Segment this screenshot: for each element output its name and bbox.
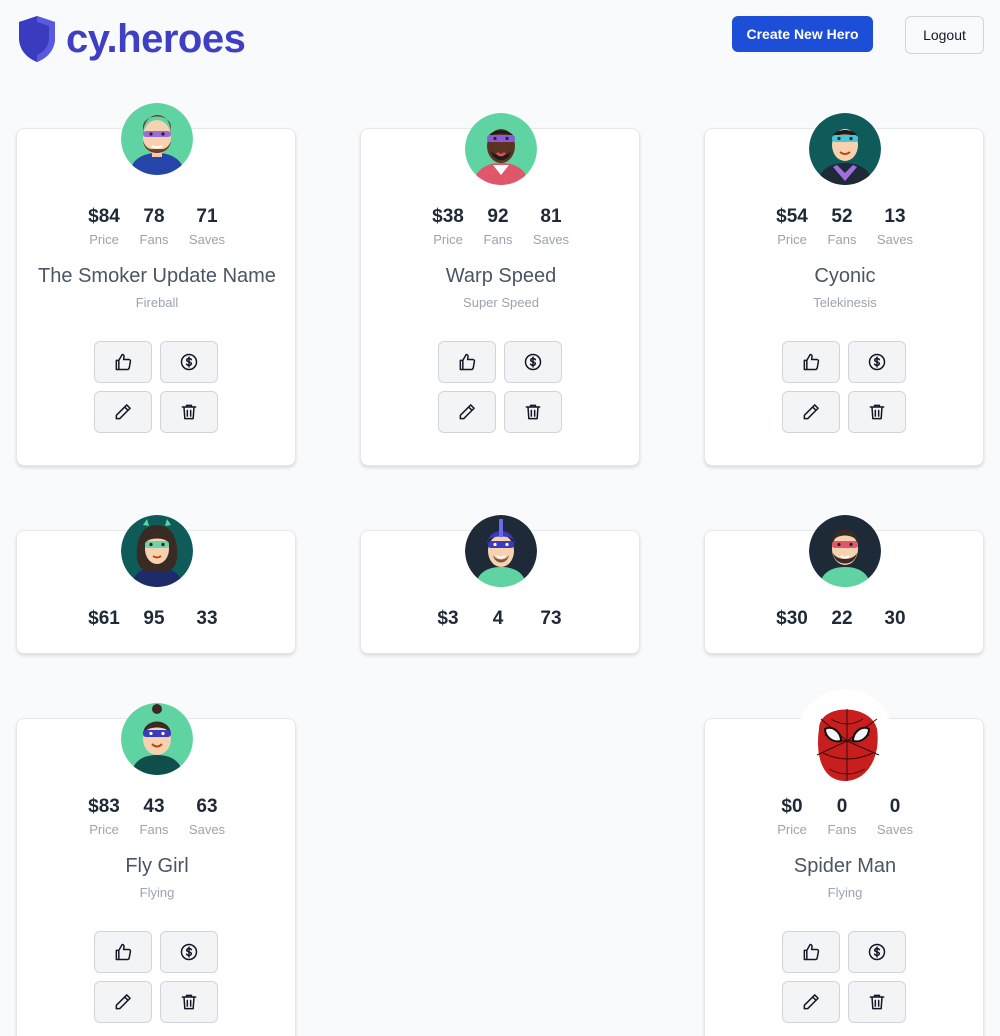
hero-card: $83 Price 43 Fans 63 Saves Fly Girl Flying	[16, 703, 296, 1036]
edit-button[interactable]	[94, 981, 152, 1023]
pencil-icon	[457, 402, 477, 422]
trash-icon	[867, 992, 887, 1012]
hero-card: $54 Price 52 Fans 13 Saves Cyonic Telekines…	[704, 113, 984, 466]
hero-avatar	[121, 703, 193, 775]
hire-button[interactable]	[848, 341, 906, 383]
like-button[interactable]	[782, 341, 840, 383]
app-header: cy.heroes Create New Hero Logout	[0, 0, 1000, 80]
saves-stat: 73	[540, 608, 562, 629]
like-button[interactable]	[438, 341, 496, 383]
hero-avatar	[809, 113, 881, 185]
hero-power: Fireball	[135, 295, 179, 310]
thumbs-up-icon	[113, 352, 133, 372]
like-button[interactable]	[94, 341, 152, 383]
delete-button[interactable]	[848, 981, 906, 1023]
hero-avatar	[121, 515, 193, 587]
fans-stat: 52 Fans	[827, 206, 857, 247]
hero-name: The Smoker Update Name	[38, 265, 276, 287]
dollar-icon	[523, 352, 543, 372]
pencil-icon	[113, 992, 133, 1012]
saves-stat: 30	[884, 608, 906, 629]
price-stat: $54 Price	[776, 206, 808, 247]
delete-button[interactable]	[160, 391, 218, 433]
logout-button[interactable]: Logout	[905, 16, 984, 54]
fans-stat: 78 Fans	[139, 206, 169, 247]
like-button[interactable]	[94, 931, 152, 973]
pencil-icon	[113, 402, 133, 422]
price-stat: $84 Price	[88, 206, 120, 247]
hero-avatar	[465, 515, 537, 587]
saves-stat: 71 Saves	[188, 206, 226, 247]
hire-button[interactable]	[848, 931, 906, 973]
price-stat: $0 Price	[777, 796, 807, 837]
edit-button[interactable]	[782, 391, 840, 433]
like-button[interactable]	[782, 931, 840, 973]
logo-text: cy.heroes	[66, 17, 246, 61]
hero-power: Flying	[139, 885, 175, 900]
thumbs-up-icon	[457, 352, 477, 372]
hero-name: Cyonic	[814, 265, 876, 287]
hero-name: Warp Speed	[445, 265, 557, 287]
hero-power: Flying	[827, 885, 863, 900]
hero-avatar	[797, 689, 893, 785]
trash-icon	[179, 402, 199, 422]
fans-stat: 43 Fans	[139, 796, 169, 837]
price-stat: $38 Price	[432, 206, 464, 247]
hire-button[interactable]	[160, 931, 218, 973]
saves-stat: 33	[196, 608, 218, 629]
hero-card: $3 4 73	[360, 515, 640, 654]
hero-card: $61 95 33	[16, 515, 296, 654]
thumbs-up-icon	[801, 352, 821, 372]
thumbs-up-icon	[113, 942, 133, 962]
saves-stat: 0 Saves	[876, 796, 914, 837]
edit-button[interactable]	[94, 391, 152, 433]
shield-logo-icon	[19, 16, 55, 62]
hero-card: $30 22 30	[704, 515, 984, 654]
price-stat: $30	[776, 608, 808, 629]
fans-stat: 92 Fans	[483, 206, 513, 247]
create-new-hero-button[interactable]: Create New Hero	[732, 16, 873, 52]
hero-avatar	[465, 113, 537, 185]
price-stat: $83 Price	[88, 796, 120, 837]
dollar-icon	[179, 352, 199, 372]
delete-button[interactable]	[160, 981, 218, 1023]
hero-avatar	[121, 103, 193, 175]
hero-name: Fly Girl	[125, 855, 189, 877]
pencil-icon	[801, 402, 821, 422]
logo-link[interactable]: cy.heroes	[16, 14, 246, 64]
delete-button[interactable]	[504, 391, 562, 433]
dollar-icon	[867, 942, 887, 962]
saves-stat: 13 Saves	[876, 206, 914, 247]
saves-stat: 63 Saves	[188, 796, 226, 837]
fans-stat: 0 Fans	[827, 796, 857, 837]
hero-card: $38 Price 92 Fans 81 Saves Warp Speed Super…	[360, 113, 640, 466]
thumbs-up-icon	[801, 942, 821, 962]
hire-button[interactable]	[504, 341, 562, 383]
saves-stat: 81 Saves	[532, 206, 570, 247]
price-stat: $61	[88, 608, 120, 629]
hire-button[interactable]	[160, 341, 218, 383]
price-stat: $3	[437, 608, 459, 629]
hero-power: Super Speed	[463, 295, 539, 310]
hero-name: Spider Man	[793, 855, 897, 877]
fans-stat: 95	[143, 608, 165, 629]
edit-button[interactable]	[782, 981, 840, 1023]
trash-icon	[523, 402, 543, 422]
hero-card: $84 Price 78 Fans 71 Saves The Smoker Updat…	[16, 103, 296, 466]
trash-icon	[179, 992, 199, 1012]
trash-icon	[867, 402, 887, 422]
edit-button[interactable]	[438, 391, 496, 433]
pencil-icon	[801, 992, 821, 1012]
hero-power: Telekinesis	[813, 295, 877, 310]
fans-stat: 4	[492, 608, 504, 629]
hero-avatar	[809, 515, 881, 587]
hero-card: $0 Price 0 Fans 0 Saves Spider Man Flying	[704, 689, 984, 1036]
dollar-icon	[179, 942, 199, 962]
dollar-icon	[867, 352, 887, 372]
fans-stat: 22	[831, 608, 853, 629]
delete-button[interactable]	[848, 391, 906, 433]
